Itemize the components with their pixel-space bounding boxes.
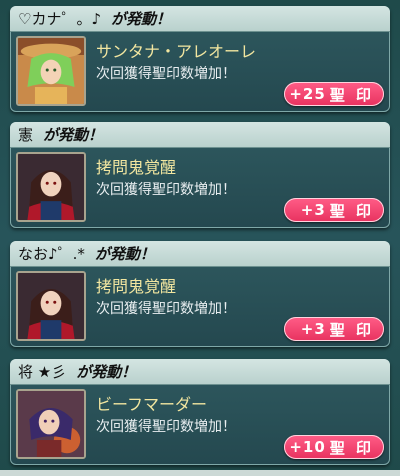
- user-name: 将 ★彡: [18, 363, 67, 381]
- skill-name: 拷問鬼覚醒: [96, 277, 177, 296]
- skill-description: 次回獲得聖印数増加！: [96, 66, 236, 82]
- user-name: ♡カナ゜。♪: [18, 10, 102, 28]
- card-body: 拷問鬼覚醒 次回獲得聖印数増加！ +3 聖 印: [10, 267, 390, 347]
- card-header: なお♪゜.* が発動！: [10, 241, 390, 267]
- skill-description: 次回獲得聖印数増加！: [96, 301, 236, 317]
- activated-text: が発動！: [94, 245, 155, 263]
- character-portrait: [16, 271, 86, 341]
- notification-card: ♡カナ゜。♪ が発動！ サンタナ・アレオーレ 次回獲得聖印数増加！ +25 聖 …: [10, 6, 390, 112]
- card-header: 憲 が発動！: [10, 122, 390, 148]
- character-portrait-dark-hair-icon: [18, 154, 84, 220]
- card-body: 拷問鬼覚醒 次回獲得聖印数増加！ +3 聖 印: [10, 148, 390, 228]
- skill-description: 次回獲得聖印数増加！: [96, 419, 236, 435]
- character-portrait-dark-hair-icon: [18, 273, 84, 339]
- reward-unit: 聖 印: [329, 438, 374, 457]
- character-portrait-purple-hair-icon: [18, 391, 84, 457]
- card-body: ビーフマーダー 次回獲得聖印数増加！ +10 聖 印: [10, 385, 390, 465]
- notification-card: 将 ★彡 が発動！ ビーフマーダー 次回獲得聖印数増加！ +10 聖 印: [10, 359, 390, 465]
- reward-unit: 聖 印: [329, 320, 374, 339]
- notification-card: なお♪゜.* が発動！ 拷問鬼覚醒 次回獲得聖印数増加！ +3 聖 印: [10, 241, 390, 347]
- skill-name: 拷問鬼覚醒: [96, 158, 177, 177]
- card-header: ♡カナ゜。♪ が発動！: [10, 6, 390, 32]
- skill-activation-feed: ♡カナ゜。♪ が発動！ サンタナ・アレオーレ 次回獲得聖印数増加！ +25 聖 …: [0, 0, 400, 476]
- reward-amount: +3: [300, 201, 326, 219]
- character-portrait-green-hair-icon: [18, 38, 84, 104]
- skill-name: ビーフマーダー: [96, 395, 208, 414]
- reward-unit: 聖 印: [329, 201, 374, 220]
- reward-badge: +10 聖 印: [284, 435, 384, 459]
- reward-amount: +25: [289, 85, 326, 103]
- card-header: 将 ★彡 が発動！: [10, 359, 390, 385]
- activated-text: が発動！: [43, 126, 104, 144]
- reward-unit: 聖 印: [329, 85, 374, 104]
- notification-card: 憲 が発動！ 拷問鬼覚醒 次回獲得聖印数増加！ +3 聖 印: [10, 122, 390, 228]
- character-portrait: [16, 36, 86, 106]
- activated-text: が発動！: [76, 363, 137, 381]
- skill-description: 次回獲得聖印数増加！: [96, 182, 236, 198]
- character-portrait: [16, 152, 86, 222]
- character-portrait: [16, 389, 86, 459]
- activated-text: が発動！: [111, 10, 172, 28]
- card-body: サンタナ・アレオーレ 次回獲得聖印数増加！ +25 聖 印: [10, 32, 390, 112]
- reward-amount: +3: [300, 320, 326, 338]
- skill-name: サンタナ・アレオーレ: [96, 42, 257, 61]
- reward-badge: +25 聖 印: [284, 82, 384, 106]
- user-name: なお♪゜.*: [18, 245, 85, 263]
- reward-amount: +10: [289, 438, 326, 456]
- reward-badge: +3 聖 印: [284, 198, 384, 222]
- bottom-strip: [0, 470, 400, 476]
- reward-badge: +3 聖 印: [284, 317, 384, 341]
- user-name: 憲: [18, 126, 34, 144]
